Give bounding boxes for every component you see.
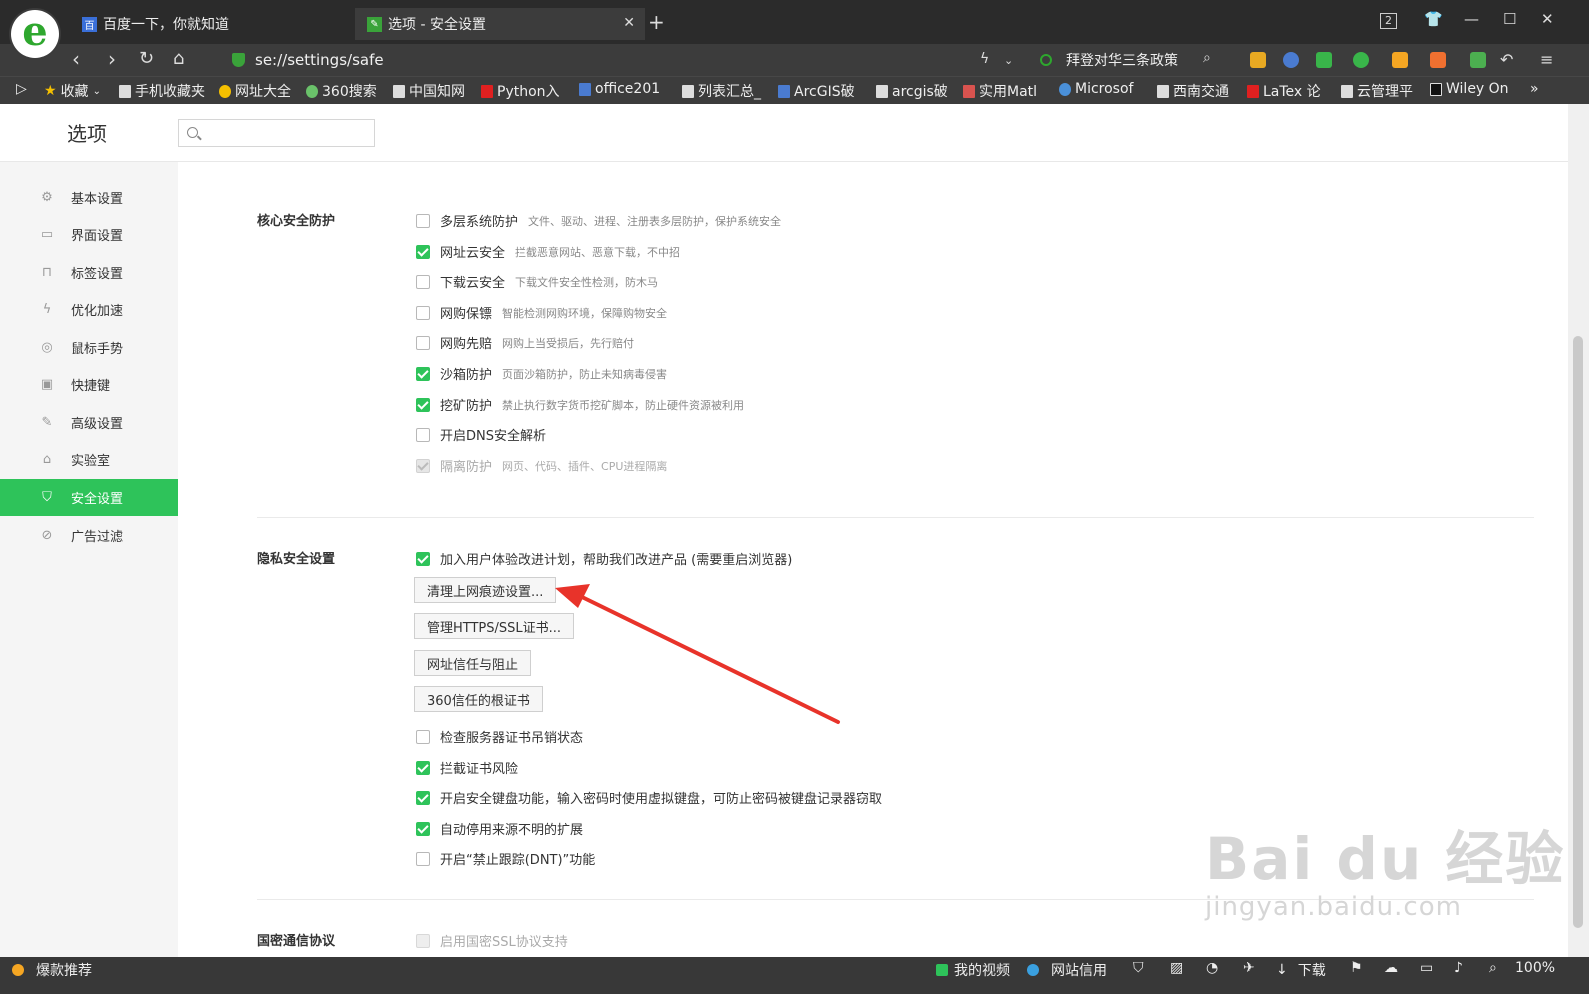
vertical-scrollbar[interactable] [1568, 104, 1589, 957]
download-arrow-icon: ↓ [1276, 962, 1288, 978]
pin-icon[interactable]: ✈ [1243, 960, 1255, 976]
zoom-level[interactable]: 100% [1515, 960, 1555, 976]
download-button[interactable]: ↓ 下载 [1276, 960, 1326, 980]
hot-recommend-button[interactable]: 爆款推荐 [12, 960, 92, 980]
speed-icon[interactable]: ◔ [1206, 960, 1218, 976]
flag-icon[interactable]: ⚑ [1350, 960, 1363, 976]
site-credit-button[interactable]: 网站信用 [1027, 960, 1107, 980]
scrollbar-thumb[interactable] [1573, 336, 1583, 928]
status-bar: 爆款推荐 我的视频 网站信用 ⛉ ▨ ◔ ✈ ↓ 下载 ⚑ ☁ ▭ ♪ ⌕ 100… [0, 957, 1589, 994]
drop-icon [1027, 964, 1039, 976]
baidu-jingyan-watermark: Bai du 经验 jingyan.baidu.com [1205, 825, 1566, 922]
cloud-icon[interactable]: ☁ [1384, 960, 1398, 976]
video-icon [936, 964, 948, 976]
shield-status-icon[interactable]: ⛉ [1133, 960, 1144, 976]
360-browser-logo[interactable]: e [11, 10, 59, 58]
image-icon[interactable]: ▨ [1170, 960, 1183, 976]
window-icon[interactable]: ▭ [1420, 960, 1433, 976]
volume-icon[interactable]: ♪ [1454, 960, 1463, 976]
zoom-icon[interactable]: ⌕ [1489, 960, 1497, 976]
my-video-button[interactable]: 我的视频 [936, 960, 1010, 980]
flame-icon [12, 964, 24, 976]
